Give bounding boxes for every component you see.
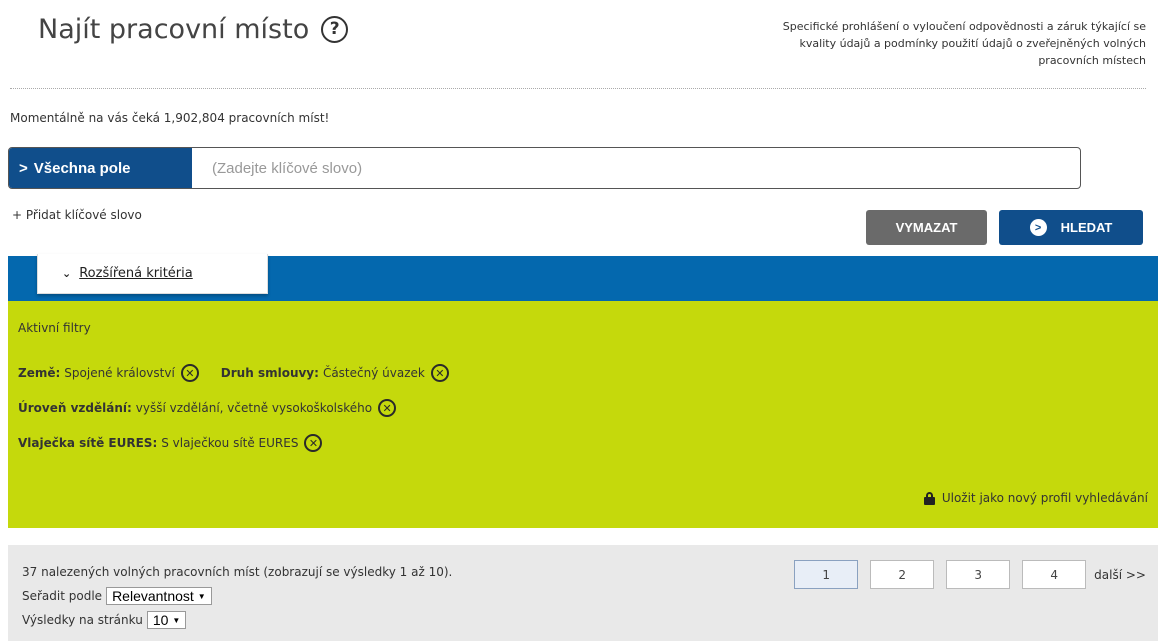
- per-page-select[interactable]: 10 ▼: [146, 611, 187, 629]
- per-page-control: Výsledky na stránku 10 ▼: [22, 611, 187, 629]
- filter-row: Vlaječka sítě EURES: S vlaječkou sítě EU…: [18, 434, 323, 452]
- sort-control: Seřadit podle Relevantnost ▼: [22, 587, 212, 605]
- disclaimer-line: kvality údajů a podmínky použití údajů o…: [799, 37, 1146, 50]
- advanced-criteria-toggle[interactable]: ⌄ Rozšířená kritéria: [37, 254, 268, 294]
- keyword-search-input[interactable]: [192, 148, 1080, 188]
- remove-filter-icon[interactable]: ✕: [180, 364, 199, 382]
- clear-button[interactable]: VYMAZAT: [866, 210, 987, 245]
- sort-select-value: Relevantnost: [112, 588, 194, 604]
- disclaimer-line: Specifické prohlášení o vyloučení odpově…: [782, 20, 1146, 33]
- save-profile-label: Uložit jako nový profil vyhledávání: [941, 491, 1148, 505]
- filter-key: Vlaječka sítě EURES:: [18, 436, 158, 450]
- advanced-criteria-label: Rozšířená kritéria: [79, 266, 193, 281]
- page-button[interactable]: 4: [1022, 560, 1087, 589]
- pagination: 1 2 3 4 další >>: [794, 560, 1146, 589]
- sort-label: Seřadit podle: [22, 589, 103, 603]
- save-profile-link[interactable]: Uložit jako nový profil vyhledávání: [923, 491, 1148, 505]
- filter-value: Spojené království: [64, 366, 175, 380]
- filter-value: Částečný úvazek: [322, 366, 425, 380]
- help-circle-icon[interactable]: ?: [321, 16, 349, 43]
- lock-icon: [923, 491, 935, 505]
- filter-value: vyšší vzdělání, včetně vysokoškolského: [135, 401, 373, 415]
- page-button[interactable]: 1: [794, 560, 859, 589]
- search-bar: > Všechna pole: [8, 147, 1081, 189]
- page-button[interactable]: 3: [946, 560, 1011, 589]
- filter-row: Země: Spojené království ✕ Druh smlouvy:…: [18, 364, 449, 382]
- filter-key: Úroveň vzdělání:: [18, 401, 132, 415]
- filter-value: S vlaječkou sítě EURES: [161, 436, 299, 450]
- chevron-right-icon: >: [19, 159, 28, 177]
- filter-key: Druh smlouvy:: [220, 366, 319, 380]
- active-filters-title: Aktivní filtry: [18, 321, 91, 335]
- per-page-select-value: 10: [152, 612, 169, 628]
- disclaimer-link[interactable]: Specifické prohlášení o vyloučení odpově…: [546, 18, 1146, 69]
- search-button-label: HLEDAT: [1060, 220, 1113, 235]
- remove-filter-icon[interactable]: ✕: [430, 364, 449, 382]
- remove-filter-icon[interactable]: ✕: [304, 434, 323, 452]
- results-summary: 37 nalezených volných pracovních míst (z…: [22, 565, 453, 579]
- chevron-right-icon: >: [1029, 219, 1047, 236]
- filter-row: Úroveň vzdělání: vyšší vzdělání, včetně …: [18, 399, 397, 417]
- remove-filter-icon[interactable]: ✕: [378, 399, 397, 417]
- per-page-label: Výsledky na stránku: [22, 613, 143, 627]
- field-selector-label: Všechna pole: [33, 159, 131, 177]
- jobs-count: Momentálně na vás čeká 1,902,804 pracovn…: [10, 111, 330, 125]
- field-selector-button[interactable]: > Všechna pole: [9, 148, 192, 188]
- active-filters-panel: Aktivní filtry Země: Spojené království …: [8, 301, 1158, 528]
- page-title-text: Najít pracovní místo: [38, 14, 310, 45]
- page-title: Najít pracovní místo ?: [38, 14, 349, 45]
- disclaimer-line: pracovních místech: [1038, 54, 1146, 67]
- filter-key: Země:: [18, 366, 61, 380]
- results-header: 37 nalezených volných pracovních míst (z…: [8, 545, 1158, 641]
- search-button[interactable]: > HLEDAT: [999, 210, 1143, 245]
- sort-select[interactable]: Relevantnost ▼: [106, 587, 212, 605]
- dropdown-arrow-icon: ▼: [172, 615, 181, 625]
- page-button[interactable]: 2: [870, 560, 935, 589]
- add-keyword-link[interactable]: + Přidat klíčové slovo: [12, 208, 142, 222]
- next-page-link[interactable]: další >>: [1094, 568, 1146, 582]
- chevron-down-icon: ⌄: [62, 267, 72, 280]
- header-divider: [10, 88, 1146, 89]
- dropdown-arrow-icon: ▼: [197, 591, 206, 601]
